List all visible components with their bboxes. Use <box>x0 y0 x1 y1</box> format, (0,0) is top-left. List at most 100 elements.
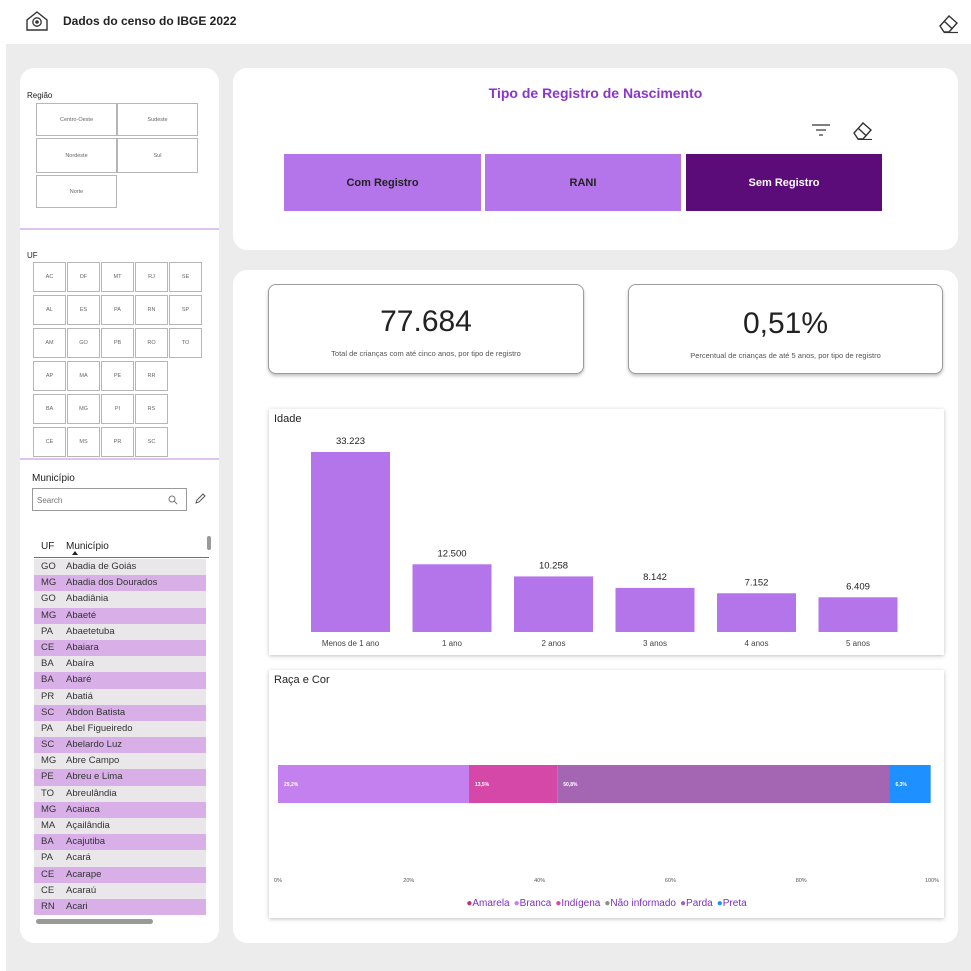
raca-axis-tick: 80% <box>796 878 807 884</box>
sem-registro-button[interactable]: Sem Registro <box>686 154 882 211</box>
row-uf: MG <box>41 803 57 815</box>
table-row[interactable]: BA Abaíra <box>34 656 206 673</box>
table-row[interactable]: MG Acaiaca <box>34 801 206 818</box>
legend-item[interactable]: ●Indígena <box>555 898 600 909</box>
legend-label: Indígena <box>561 898 601 909</box>
uf-option[interactable]: SP <box>169 295 202 325</box>
column-header-uf[interactable]: UF <box>41 541 54 552</box>
regiao-option[interactable]: Nordeste <box>36 138 117 173</box>
uf-option[interactable]: MS <box>67 427 100 457</box>
table-row[interactable]: PE Abreu e Lima <box>34 769 206 786</box>
search-icon[interactable] <box>168 495 178 505</box>
table-row[interactable]: CE Abaiara <box>34 639 206 657</box>
table-row[interactable]: MG Abre Campo <box>34 753 206 770</box>
uf-option[interactable]: RO <box>135 328 168 358</box>
uf-option[interactable]: MG <box>67 394 100 424</box>
uf-option[interactable]: DF <box>67 262 100 292</box>
com-registro-button[interactable]: Com Registro <box>284 154 481 211</box>
legend-label: Amarela <box>472 898 510 909</box>
table-row[interactable]: PR Abatiá <box>34 688 206 705</box>
uf-option[interactable]: TO <box>169 328 202 358</box>
uf-option[interactable]: ES <box>67 295 100 325</box>
uf-option[interactable]: PB <box>101 328 134 358</box>
row-municipio: Abreu e Lima <box>66 771 123 783</box>
table-row[interactable]: RN Acari <box>34 898 206 916</box>
raca-axis-tick: 20% <box>403 878 414 884</box>
idade-value-label: 7.152 <box>745 577 769 588</box>
uf-option[interactable]: MA <box>67 361 100 391</box>
filter-icon[interactable] <box>811 122 831 138</box>
row-uf: CE <box>41 641 55 653</box>
uf-option[interactable]: RN <box>135 295 168 325</box>
legend-item[interactable]: ●Branca <box>514 898 552 909</box>
uf-option[interactable]: PE <box>101 361 134 391</box>
row-municipio: Acajutiba <box>66 836 106 848</box>
table-row[interactable]: SC Abdon Batista <box>34 704 206 721</box>
legend-label: Preta <box>722 898 747 909</box>
table-row[interactable]: CE Acaraú <box>34 882 206 899</box>
table-row[interactable]: MG Abadia dos Dourados <box>34 575 206 592</box>
idade-value-label: 10.258 <box>539 560 568 571</box>
vertical-scrollbar[interactable] <box>207 536 211 550</box>
row-uf: MG <box>41 609 57 621</box>
table-row[interactable]: CE Acarape <box>34 866 206 883</box>
row-municipio: Abadiânia <box>66 593 109 605</box>
uf-option[interactable]: AL <box>33 295 66 325</box>
uf-option[interactable]: BA <box>33 394 66 424</box>
table-row[interactable]: GO Abadia de Goiás <box>34 559 206 576</box>
uf-option[interactable]: PI <box>101 394 134 424</box>
uf-option[interactable]: SE <box>169 262 202 292</box>
uf-option[interactable]: AC <box>33 262 66 292</box>
regiao-option[interactable]: Norte <box>36 175 117 208</box>
uf-option[interactable]: GO <box>67 328 100 358</box>
table-row[interactable]: PA Abaetetuba <box>34 623 206 640</box>
table-row[interactable]: PA Abel Figueiredo <box>34 720 206 738</box>
regiao-option[interactable]: Centro-Oeste <box>36 103 117 136</box>
percent-label: Percentual de crianças de até 5 anos, po… <box>690 351 881 360</box>
table-row[interactable]: SC Abelardo Luz <box>34 737 206 754</box>
table-row[interactable]: PA Acará <box>34 850 206 867</box>
search-input[interactable] <box>37 493 157 507</box>
eraser-icon[interactable] <box>936 12 960 34</box>
uf-option[interactable]: MT <box>101 262 134 292</box>
regiao-option[interactable]: Sudeste <box>117 103 198 136</box>
raca-chart: Raça e Cor 29,2% 13,5% 50,8% 6,3% 0% 20% 40% 60… <box>269 670 944 918</box>
row-municipio: Abaeté <box>66 609 97 621</box>
uf-option[interactable]: RR <box>135 361 168 391</box>
raca-segment-label: 13,5% <box>475 782 490 788</box>
idade-bar <box>412 564 492 632</box>
table-row[interactable]: GO Abadiânia <box>34 591 206 608</box>
uf-option[interactable]: SC <box>135 427 168 457</box>
uf-option[interactable]: RS <box>135 394 168 424</box>
table-row[interactable]: TO Abreulândia <box>34 785 206 802</box>
regiao-option[interactable]: Sul <box>117 138 198 173</box>
table-row[interactable]: BA Acajutiba <box>34 834 206 851</box>
uf-option[interactable]: CE <box>33 427 66 457</box>
rani-button[interactable]: RANI <box>485 154 681 211</box>
row-municipio: Acará <box>66 852 91 864</box>
row-uf: BA <box>41 836 54 848</box>
clear-selection-icon[interactable] <box>194 493 206 505</box>
table-row[interactable]: BA Abaré <box>34 672 206 689</box>
row-uf: SC <box>41 706 55 718</box>
row-municipio: Açailândia <box>66 820 110 831</box>
uf-option[interactable]: PR <box>101 427 134 457</box>
legend-item[interactable]: ●Amarela <box>466 898 509 909</box>
row-uf: TO <box>41 787 55 799</box>
idade-category-label: 2 anos <box>541 639 565 648</box>
table-row[interactable]: MG Abaeté <box>34 607 206 624</box>
legend-item[interactable]: ●Não informado <box>604 898 676 909</box>
uf-option[interactable]: AM <box>33 328 66 358</box>
legend-item[interactable]: ●Parda <box>680 898 713 909</box>
uf-option[interactable]: AP <box>33 361 66 391</box>
uf-option[interactable]: RJ <box>135 262 168 292</box>
uf-option[interactable]: PA <box>101 295 134 325</box>
legend-item[interactable]: ●Preta <box>717 898 747 909</box>
row-uf: PR <box>41 690 55 702</box>
horizontal-scrollbar[interactable] <box>36 919 153 924</box>
table-row[interactable]: MA Açailândia <box>34 818 206 835</box>
location-home-icon <box>26 11 48 31</box>
raca-axis-tick: 40% <box>534 878 545 884</box>
row-municipio: Abelardo Luz <box>66 739 122 751</box>
eraser-icon[interactable] <box>851 120 873 140</box>
